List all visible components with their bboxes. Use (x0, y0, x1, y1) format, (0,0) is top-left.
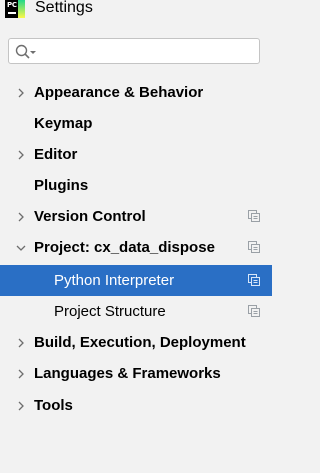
project-level-copy-icon (248, 210, 260, 222)
chevron-down-icon[interactable] (15, 242, 27, 254)
tree-item-label: Build, Execution, Deployment (34, 334, 246, 351)
chevron-right-icon[interactable] (15, 87, 27, 99)
search-icon[interactable] (15, 44, 37, 60)
pycharm-logo-icon: PC (5, 0, 25, 18)
tree-item-tools[interactable]: Tools (0, 390, 272, 421)
tree-item-editor[interactable]: Editor (0, 139, 272, 170)
search-input[interactable] (8, 38, 260, 64)
chevron-right-icon[interactable] (15, 149, 27, 161)
project-level-copy-icon (248, 241, 260, 253)
project-level-copy-icon (248, 274, 260, 286)
tree-item-label: Plugins (34, 177, 89, 194)
title-bar: PC Settings (0, 0, 286, 22)
tree-item-label: Keymap (34, 115, 93, 132)
tree-item-label: Python Interpreter (54, 272, 175, 289)
chevron-right-icon[interactable] (15, 400, 27, 412)
tree-item-label: Tools (34, 397, 73, 414)
chevron-right-icon[interactable] (15, 211, 27, 223)
tree-item-label: Project Structure (54, 303, 166, 320)
tree-item-keymap[interactable]: Keymap (0, 108, 272, 139)
tree-item-languages-frameworks[interactable]: Languages & Frameworks (0, 358, 272, 389)
tree-item-label: Appearance & Behavior (34, 84, 204, 101)
tree-item-label: Editor (34, 146, 78, 163)
tree-item-appearance-behavior[interactable]: Appearance & Behavior (0, 77, 272, 108)
tree-item-python-interpreter[interactable]: Python Interpreter (0, 265, 272, 296)
window-title: Settings (35, 0, 93, 16)
tree-item-label: Languages & Frameworks (34, 365, 221, 382)
tree-item-build-execution-deployment[interactable]: Build, Execution, Deployment (0, 327, 272, 358)
chevron-right-icon[interactable] (15, 337, 27, 349)
tree-item-label: Project: cx_data_dispose (34, 239, 215, 256)
tree-item-project[interactable]: Project: cx_data_dispose (0, 232, 272, 263)
tree-item-label: Version Control (34, 208, 146, 225)
tree-item-plugins[interactable]: Plugins (0, 170, 272, 201)
tree-item-version-control[interactable]: Version Control (0, 201, 272, 232)
project-level-copy-icon (248, 305, 260, 317)
tree-item-project-structure[interactable]: Project Structure (0, 296, 272, 327)
chevron-right-icon[interactable] (15, 368, 27, 380)
